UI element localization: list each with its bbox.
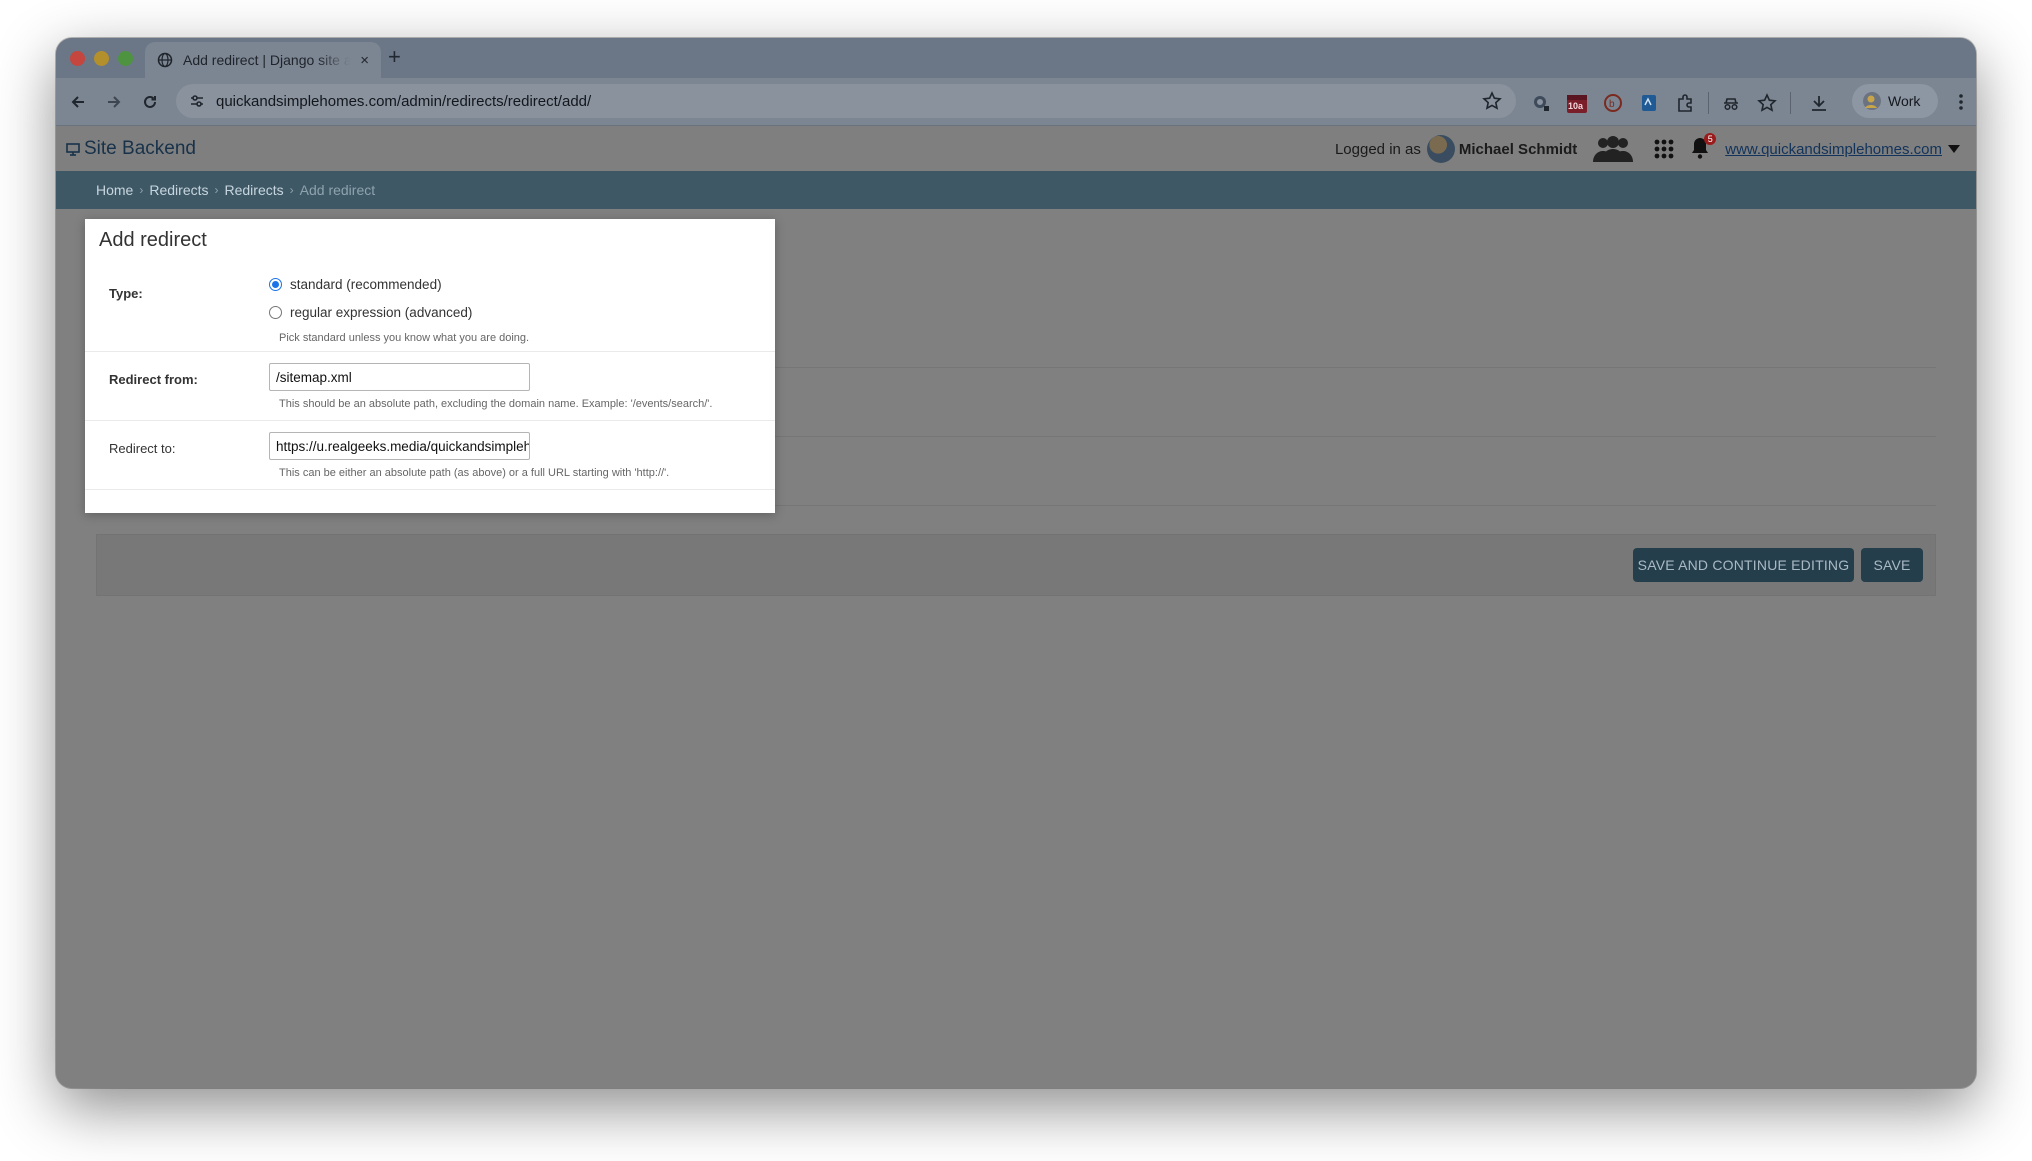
user-tools: Logged in as Michael Schmidt 5 www.quick…: [1335, 132, 1960, 166]
browser-window: Add redirect | Django site admin × + qui…: [56, 38, 1976, 1088]
add-redirect-form: Add redirect Type: standard (recommended…: [85, 219, 775, 513]
extension-search-icon[interactable]: [1530, 92, 1552, 114]
monitor-icon: [66, 143, 80, 156]
tab-close-icon[interactable]: ×: [360, 52, 369, 69]
forward-button[interactable]: [102, 90, 126, 114]
site-dropdown-caret-icon[interactable]: [1948, 145, 1960, 153]
redirect-from-input[interactable]: /sitemap.xml: [269, 363, 530, 391]
breadcrumb-current: Add redirect: [299, 182, 376, 198]
redirect-to-input[interactable]: https://u.realgeeks.media/quickandsimple…: [269, 432, 530, 460]
users-group-icon[interactable]: [1591, 134, 1635, 164]
minimize-window-button[interactable]: [94, 51, 109, 66]
site-link[interactable]: www.quickandsimplehomes.com: [1725, 141, 1942, 158]
arrow-left-icon: [71, 96, 84, 108]
maximize-window-button[interactable]: [118, 51, 133, 66]
close-window-button[interactable]: [70, 51, 85, 66]
type-option-regex-label: regular expression (advanced): [290, 305, 473, 320]
avatar[interactable]: [1426, 135, 1455, 163]
save-and-continue-button[interactable]: SAVE AND CONTINUE EDITING: [1633, 548, 1854, 582]
browser-tab-active[interactable]: Add redirect | Django site admin ×: [145, 42, 381, 78]
extension-calendar-badge: 10a: [1568, 101, 1584, 111]
window-controls: [70, 51, 133, 66]
browser-toolbar: quickandsimplehomes.com/admin/redirects/…: [56, 78, 1976, 126]
breadcrumb-redirects-app[interactable]: Redirects: [149, 182, 208, 198]
profile-button[interactable]: Work: [1852, 84, 1938, 118]
breadcrumb-home[interactable]: Home: [96, 182, 133, 198]
page-title: Add redirect: [99, 229, 207, 251]
download-icon[interactable]: [1808, 92, 1830, 114]
redirect-to-help-text: This can be either an absolute path (as …: [279, 467, 670, 479]
radio-standard[interactable]: [269, 278, 282, 291]
type-option-standard-label: standard (recommended): [290, 277, 442, 292]
globe-icon: [157, 52, 173, 68]
apps-grid-icon[interactable]: [1653, 138, 1675, 160]
logged-in-label: Logged in as: [1334, 140, 1421, 158]
submit-row: SAVE AND CONTINUE EDITING SAVE: [96, 534, 1936, 596]
toolbar-separator: [1708, 92, 1709, 114]
tab-strip: Add redirect | Django site admin × +: [56, 38, 1976, 78]
notification-count-badge: 5: [1704, 133, 1717, 145]
reading-list-star-icon[interactable]: [1756, 92, 1778, 114]
type-row: Type: standard (recommended) regular exp…: [85, 263, 775, 352]
type-help-text: Pick standard unless you know what you a…: [279, 332, 530, 344]
redirect-from-row: Redirect from: /sitemap.xml This should …: [85, 352, 775, 421]
new-tab-button[interactable]: +: [388, 44, 401, 70]
incognito-icon[interactable]: [1720, 92, 1742, 114]
breadcrumb-separator: ›: [289, 183, 294, 197]
back-button[interactable]: [66, 90, 90, 114]
profile-label: Work: [1888, 93, 1921, 109]
redirect-from-help-text: This should be an absolute path, excludi…: [279, 398, 713, 410]
redirect-from-label: Redirect from:: [109, 372, 198, 387]
breadcrumb-separator: ›: [139, 183, 144, 197]
redirect-to-label: Redirect to:: [109, 441, 176, 456]
profile-avatar-icon: [1863, 92, 1881, 110]
more-vertical-icon: [1959, 94, 1963, 110]
toolbar-separator: [1790, 92, 1791, 114]
type-option-regex[interactable]: regular expression (advanced): [269, 305, 472, 320]
type-option-standard[interactable]: standard (recommended): [269, 277, 442, 292]
reload-icon: [144, 95, 156, 108]
redirect-to-row: Redirect to: https://u.realgeeks.media/q…: [85, 421, 775, 490]
address-bar[interactable]: quickandsimplehomes.com/admin/redirects/…: [176, 84, 1516, 118]
extension-document-icon[interactable]: [1638, 92, 1660, 114]
save-button[interactable]: SAVE: [1861, 548, 1923, 582]
site-brand[interactable]: Site Backend: [66, 138, 196, 160]
user-name[interactable]: Michael Schmidt: [1459, 141, 1577, 158]
admin-header: Site Backend Logged in as Michael Schmid…: [56, 126, 1976, 171]
breadcrumb-redirects-model[interactable]: Redirects: [225, 182, 284, 198]
extension-grammar-icon[interactable]: b: [1602, 92, 1624, 114]
type-label: Type:: [109, 286, 143, 301]
bookmark-star-icon[interactable]: [1482, 91, 1502, 111]
site-brand-text: Site Backend: [84, 138, 196, 159]
reload-button[interactable]: [138, 90, 162, 114]
notifications-button[interactable]: 5: [1689, 133, 1717, 162]
radio-regex[interactable]: [269, 306, 282, 319]
breadcrumb-separator: ›: [214, 183, 219, 197]
extensions-puzzle-icon[interactable]: [1674, 92, 1696, 114]
svg-text:b: b: [1609, 99, 1615, 110]
url-text: quickandsimplehomes.com/admin/redirects/…: [216, 92, 592, 110]
browser-menu-button[interactable]: [1949, 90, 1973, 114]
breadcrumb: Home › Redirects › Redirects › Add redir…: [56, 171, 1976, 209]
extension-calendar-icon[interactable]: 10a: [1566, 92, 1588, 114]
site-settings-icon[interactable]: [188, 92, 206, 110]
tab-title: Add redirect | Django site admin: [183, 52, 351, 68]
arrow-right-icon: [108, 96, 121, 108]
